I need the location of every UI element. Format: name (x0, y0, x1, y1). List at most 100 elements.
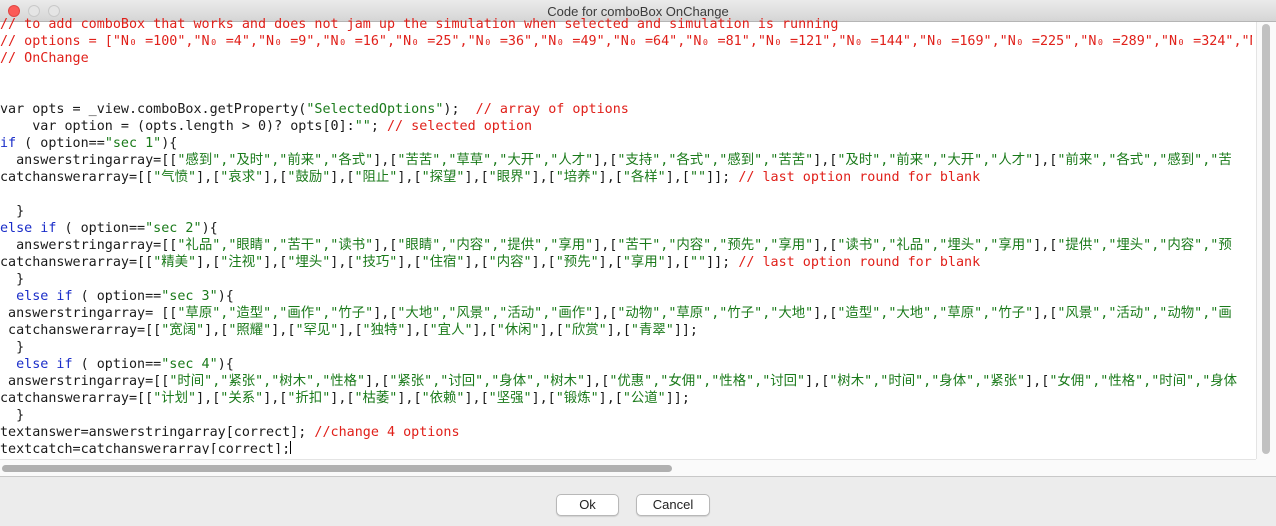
code-token: "享用" (622, 255, 666, 270)
code-token: catchanswerarray=[[ (0, 323, 162, 338)
code-token: ],[ (531, 255, 556, 270)
code-token: "休闲" (496, 323, 540, 338)
code-text-area[interactable]: // to add comboBox that works and does n… (0, 16, 1252, 454)
code-token: ( option== (16, 136, 105, 151)
code-token: "计划" (153, 391, 197, 406)
code-token: "宜人" (429, 323, 473, 338)
code-token: ],[ (1033, 306, 1058, 321)
code-token: answerstringarray=[[ (0, 153, 178, 168)
code-token: // to add comboBox that works and does n… (0, 17, 839, 32)
code-token: answerstringarray= [[ (0, 306, 178, 321)
code-editor[interactable]: // to add comboBox that works and does n… (0, 17, 1276, 477)
code-line: answerstringarray=[["时间","紧张","树木","性格"]… (0, 373, 1252, 390)
code-token: "锻炼" (555, 391, 599, 406)
code-token: "阻止" (354, 170, 398, 185)
code-token: "提供","埋头","内容","预 (1057, 238, 1232, 253)
code-token: ],[ (665, 255, 690, 270)
code-line: } (0, 339, 1252, 356)
code-token: "气愤" (153, 170, 197, 185)
code-token: ],[ (373, 238, 398, 253)
code-token: ]]; (665, 391, 690, 406)
code-token: "sec 1" (104, 136, 162, 151)
code-token: "技巧" (354, 255, 398, 270)
code-token: // options = ["N₀ =100","N₀ =4","N₀ =9",… (0, 34, 1252, 49)
code-token: ]]; (706, 170, 739, 185)
vertical-scrollbar[interactable] (1256, 22, 1276, 460)
code-token: else if (16, 357, 73, 372)
code-token: ],[ (397, 255, 422, 270)
code-token: ],[ (665, 170, 690, 185)
cancel-button[interactable]: Cancel (636, 494, 710, 516)
code-token: ],[ (464, 170, 489, 185)
code-token: "培养" (555, 170, 599, 185)
code-token: "罕见" (295, 323, 339, 338)
code-token: "优惠","女佣","性格","讨回" (609, 374, 806, 389)
horizontal-scrollbar[interactable] (0, 459, 1256, 476)
code-token: "造型","大地","草原","竹子" (837, 306, 1034, 321)
code-token: ],[ (585, 374, 610, 389)
code-token: "草原","造型","画作","竹子" (177, 306, 374, 321)
code-token: "坚强" (488, 391, 532, 406)
code-token: ],[ (531, 170, 556, 185)
code-token: // OnChange (0, 51, 89, 66)
code-token: "" (689, 255, 707, 270)
code-token: ( option== (72, 289, 162, 304)
code-token: ],[ (472, 323, 497, 338)
code-token: "大地","风景","活动","画作" (397, 306, 594, 321)
code-token: answerstringarray=[[ (0, 238, 178, 253)
code-token: ],[ (365, 374, 390, 389)
code-token: ],[ (539, 323, 564, 338)
code-token: ( option== (56, 221, 146, 236)
code-token: ],[ (598, 391, 623, 406)
code-token: catchanswerarray=[[ (0, 391, 154, 406)
code-token: ],[ (196, 255, 221, 270)
code-token: } (0, 272, 25, 287)
code-token: "鼓励" (287, 170, 331, 185)
code-token: "内容" (488, 255, 532, 270)
code-token: else if (0, 221, 57, 236)
code-line: catchanswerarray=[["精美"],["注视"],["埋头"],[… (0, 254, 1252, 271)
text-caret (290, 441, 292, 454)
vertical-scroll-thumb[interactable] (1262, 24, 1270, 454)
code-token: "枯萎" (354, 391, 398, 406)
code-token: "预先" (555, 255, 599, 270)
code-token: "独特" (362, 323, 406, 338)
code-token: "折扣" (287, 391, 331, 406)
code-token: } (0, 204, 25, 219)
code-token: } (0, 340, 25, 355)
code-line: var opts = _view.comboBox.getProperty("S… (0, 101, 1252, 118)
code-token: ){ (217, 357, 234, 372)
code-token: ],[ (805, 374, 830, 389)
code-line: } (0, 407, 1252, 424)
code-token: ]]; (706, 255, 739, 270)
code-token: else if (16, 289, 73, 304)
code-line: var option = (opts.length > 0)? opts[0]:… (0, 118, 1252, 135)
code-token: "感到","及时","前来","各式" (177, 153, 374, 168)
code-token: "宽阔" (161, 323, 205, 338)
code-token: textanswer=answerstringarray[correct]; (0, 425, 315, 440)
code-token: "礼品","眼睛","苦干","读书" (177, 238, 374, 253)
code-token: ],[ (373, 306, 398, 321)
code-token: // last option round for blank (738, 170, 981, 185)
code-token: "欣赏" (563, 323, 607, 338)
horizontal-scroll-thumb[interactable] (2, 465, 672, 472)
code-token: "哀求" (220, 170, 264, 185)
code-token: "前来","各式","感到","苦 (1057, 153, 1232, 168)
code-token: "动物","草原","竹子","大地" (617, 306, 814, 321)
code-token: ],[ (606, 323, 631, 338)
code-line: // OnChange (0, 50, 1252, 67)
code-token: "" (354, 119, 371, 134)
code-token: "依赖" (421, 391, 465, 406)
code-token: "女佣","性格","时间","身体 (1049, 374, 1238, 389)
ok-button[interactable]: Ok (556, 494, 619, 516)
code-token: "眼睛","内容","提供","享用" (397, 238, 594, 253)
code-token: ],[ (464, 255, 489, 270)
code-token: "苦苦","草草","大开","人才" (397, 153, 594, 168)
code-token: ],[ (330, 170, 355, 185)
code-token: // array of options (475, 102, 629, 117)
code-token: ],[ (196, 170, 221, 185)
code-token: ); (443, 102, 476, 117)
code-token: ){ (201, 221, 218, 236)
